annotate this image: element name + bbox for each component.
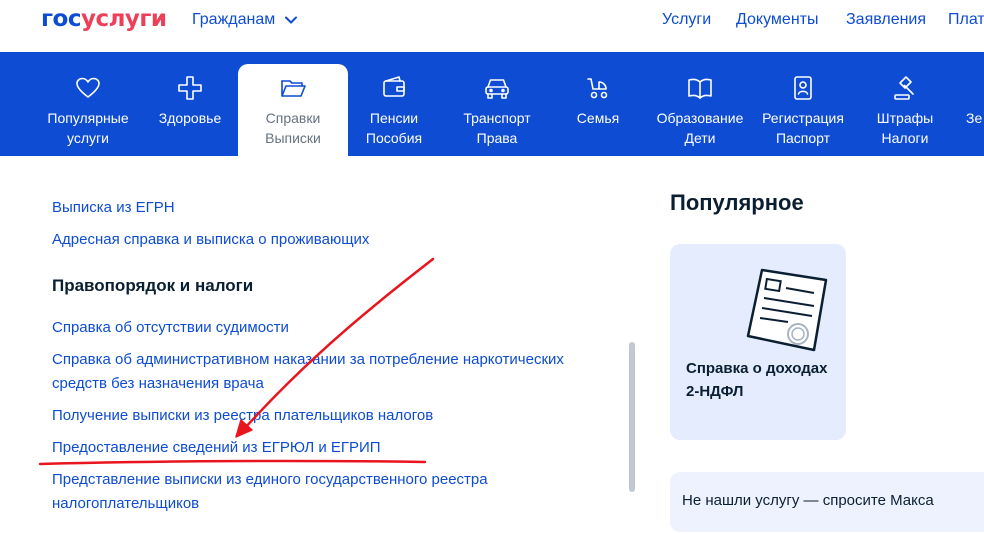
- category-label: Популярные: [47, 110, 129, 126]
- category-label: Транспорт: [463, 110, 531, 126]
- link-unified-registry-line1[interactable]: Представление выписки из единого государ…: [52, 468, 488, 492]
- category-health[interactable]: Здоровье: [150, 52, 230, 156]
- category-label: Пенсии: [369, 110, 419, 126]
- category-label: Зе: [966, 110, 983, 126]
- category-label: Семья: [576, 110, 620, 126]
- nav-applications[interactable]: Заявления: [846, 11, 926, 29]
- ask-max-box[interactable]: Не нашли услугу — спросите Макса: [670, 472, 984, 532]
- certificate-icon: [746, 268, 828, 352]
- category-pensions[interactable]: Пенсии Пособия: [356, 52, 432, 156]
- category-sublabel: Пособия: [365, 130, 423, 146]
- category-label: Справки: [265, 110, 321, 126]
- category-family[interactable]: Семья: [566, 52, 630, 156]
- link-egrn-extract[interactable]: Выписка из ЕГРН: [52, 196, 175, 220]
- category-label: Здоровье: [158, 110, 222, 126]
- section-title: Правопорядок и налоги: [52, 276, 254, 295]
- link-no-criminal-record[interactable]: Справка об отсутствии судимости: [52, 316, 289, 340]
- audience-dropdown[interactable]: Гражданам: [192, 11, 298, 29]
- audience-label: Гражданам: [192, 11, 276, 28]
- card-title-line2: 2-НДФЛ: [686, 383, 744, 400]
- category-fines[interactable]: Штрафы Налоги: [866, 52, 944, 156]
- link-address-certificate[interactable]: Адресная справка и выписка о проживающих: [52, 228, 369, 252]
- category-partial[interactable]: Зе: [966, 52, 984, 156]
- top-header: госуслуги Гражданам Услуги Документы Зая…: [0, 0, 984, 52]
- category-label: Регистрация: [762, 110, 844, 126]
- nav-payments[interactable]: Плате: [948, 11, 984, 29]
- card-title: Справка о доходах 2-НДФЛ: [686, 357, 836, 403]
- health-cross-icon: [176, 74, 204, 102]
- card-title-line1: Справка о доходах: [686, 360, 828, 377]
- stroller-icon: [584, 74, 612, 102]
- category-sublabel: Права: [476, 130, 518, 146]
- category-bar: Популярные услуги Здоровье Справки Выпис…: [0, 52, 984, 156]
- nav-documents[interactable]: Документы: [736, 11, 818, 29]
- logo-part-gos: гос: [41, 6, 81, 32]
- book-icon: [686, 74, 714, 102]
- category-sublabel: Налоги: [881, 130, 929, 146]
- category-label: Образование: [656, 110, 744, 126]
- folder-icon: [279, 74, 307, 102]
- scrollbar[interactable]: [629, 342, 635, 492]
- category-sublabel: услуги: [67, 130, 109, 146]
- gosuslugi-logo[interactable]: госуслуги: [41, 6, 167, 32]
- chevron-down-icon: [285, 16, 298, 24]
- category-sublabel: Дети: [684, 130, 716, 146]
- link-admin-penalty-line2[interactable]: средств без назначения врача: [52, 372, 264, 396]
- gavel-icon: [891, 74, 919, 102]
- passport-icon: [789, 74, 817, 102]
- nav-services[interactable]: Услуги: [662, 11, 711, 29]
- heart-icon: [74, 74, 102, 102]
- category-partial-icon: [966, 74, 984, 102]
- category-sublabel: Паспорт: [775, 130, 831, 146]
- link-taxpayer-registry[interactable]: Получение выписки из реестра плательщико…: [52, 404, 433, 428]
- category-label: Штрафы: [876, 110, 934, 126]
- link-unified-registry-line2[interactable]: налогоплательщиков: [52, 492, 199, 516]
- category-sublabel: Выписки: [265, 130, 321, 146]
- link-admin-penalty-line1[interactable]: Справка об административном наказании за…: [52, 348, 564, 372]
- ask-max-text: Не нашли услугу — спросите Макса: [682, 492, 934, 509]
- category-registration[interactable]: Регистрация Паспорт: [756, 52, 850, 156]
- category-education[interactable]: Образование Дети: [652, 52, 748, 156]
- popular-title: Популярное: [670, 190, 804, 215]
- category-popular[interactable]: Популярные услуги: [40, 52, 136, 156]
- category-transport[interactable]: Транспорт Права: [452, 52, 542, 156]
- car-icon: [483, 74, 511, 102]
- link-egrul-egrip[interactable]: Предоставление сведений из ЕГРЮЛ и ЕГРИП: [52, 436, 381, 460]
- category-certificates[interactable]: Справки Выписки: [238, 64, 348, 156]
- popular-card-income-certificate[interactable]: Справка о доходах 2-НДФЛ: [670, 244, 846, 440]
- wallet-icon: [380, 74, 408, 102]
- logo-part-uslugi: услуги: [80, 6, 167, 32]
